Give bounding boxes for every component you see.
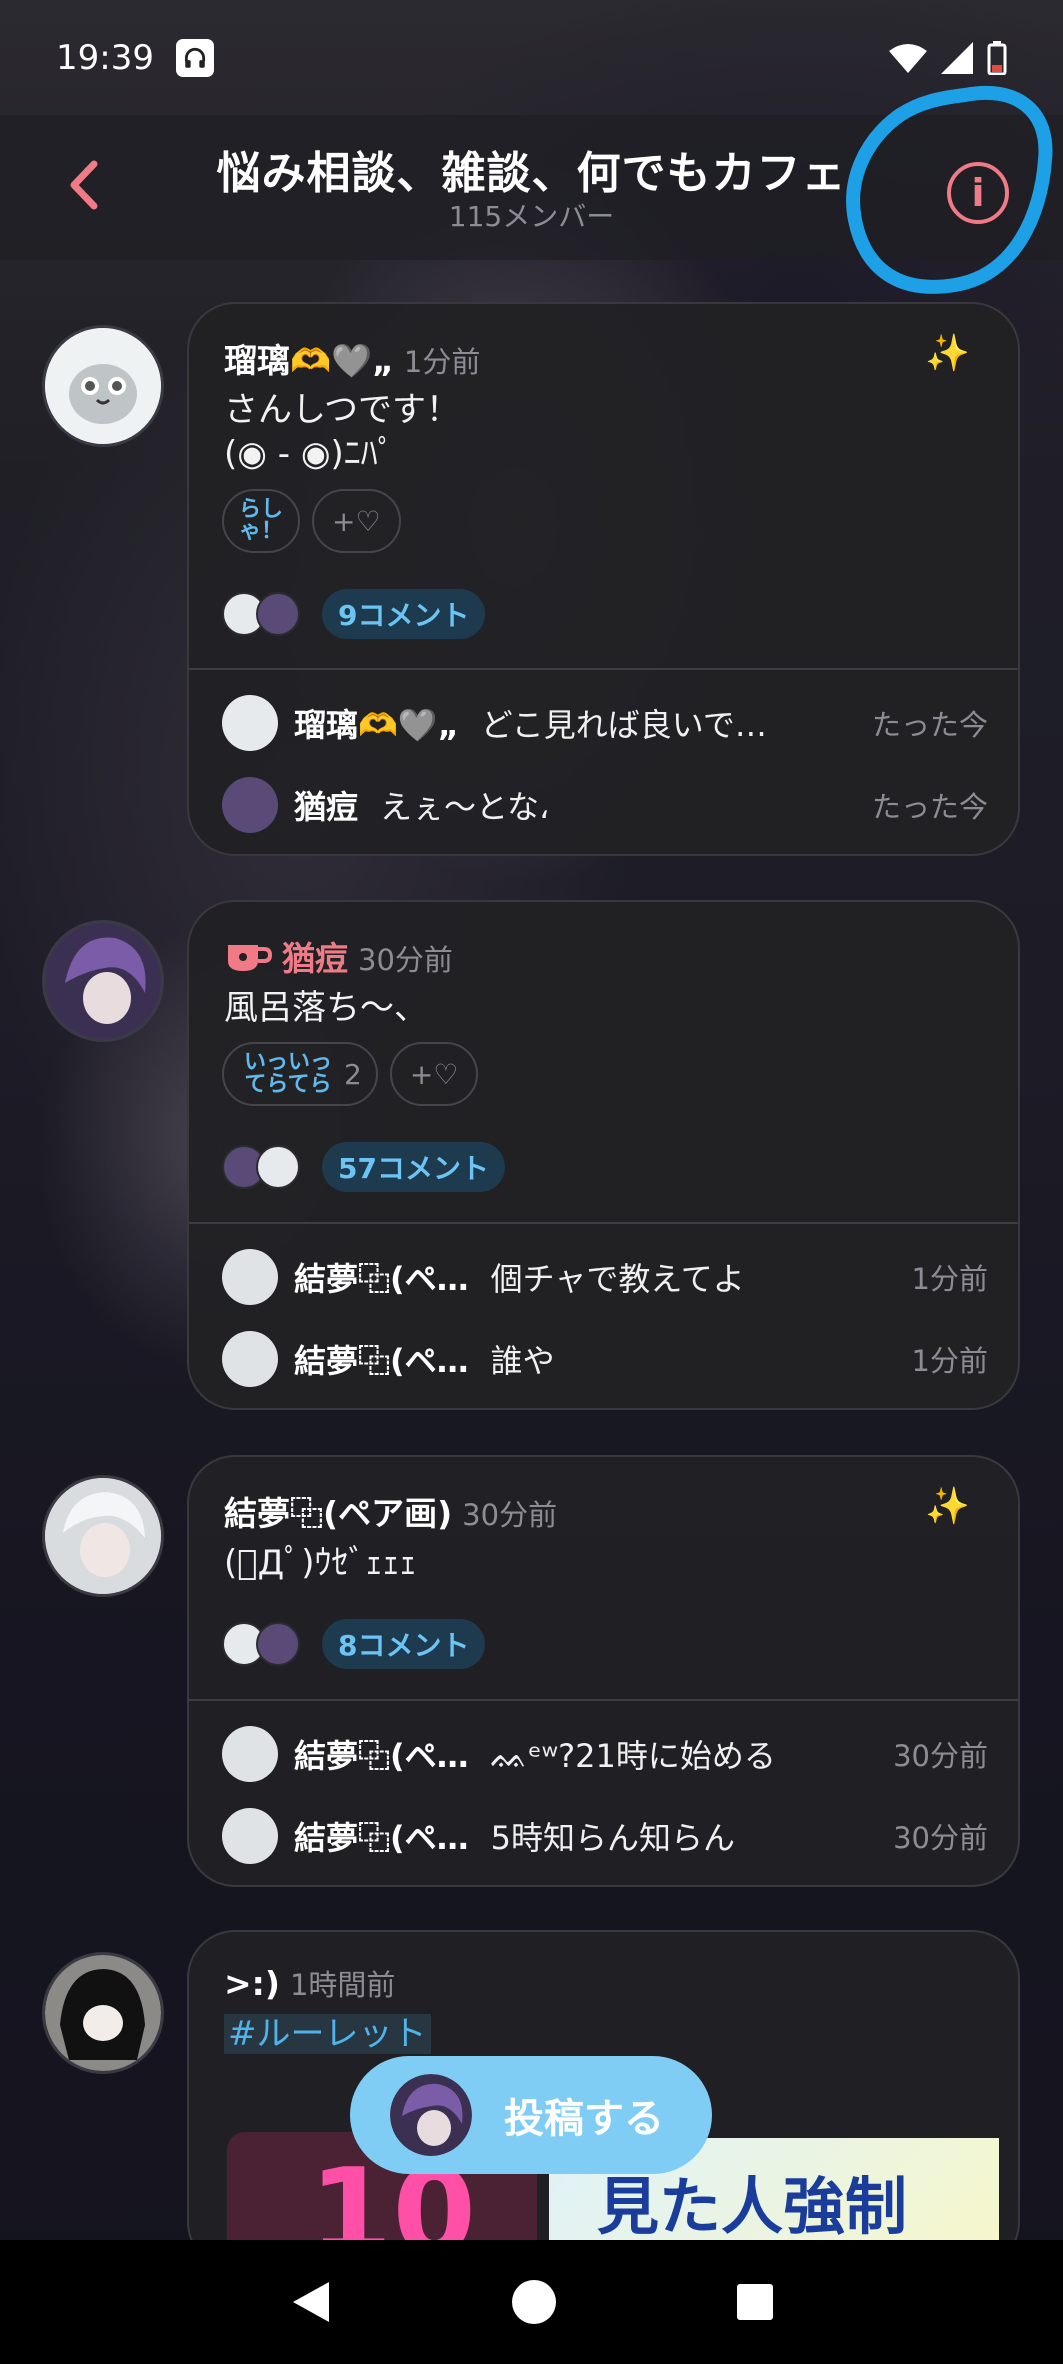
divider <box>189 668 1018 670</box>
comment-row[interactable]: 結夢⿻(ペ… 誰や 1分前 <box>222 1329 988 1389</box>
add-reaction-button[interactable]: +♡ <box>389 1042 479 1106</box>
post-body: さんしつです！ (◉ ‐ ◉)ﾆﾊﾟ <box>224 390 460 474</box>
comment-row[interactable]: 結夢⿻(ペ… 5時知らん知らん 30分前 <box>222 1806 988 1866</box>
user-avatar <box>390 2074 472 2156</box>
hashtag-link[interactable]: #ルーレット <box>224 2014 431 2054</box>
comment-time: 1分前 <box>911 1262 988 1296</box>
post-time: 1時間前 <box>289 1968 396 2002</box>
commenter-avatar <box>256 1622 300 1666</box>
comment-author: 結夢⿻(ペ… <box>294 1342 469 1380</box>
post-body: 風呂落ち〜、 <box>224 988 428 1028</box>
commenter-avatar <box>256 1145 300 1189</box>
reaction-chip[interactable]: らし ゃ！ <box>222 489 300 553</box>
comment-avatar <box>222 1249 278 1305</box>
post-time: 30分前 <box>358 943 453 977</box>
post-author[interactable]: 瑠璃🫶🩶„ <box>224 334 394 382</box>
comment-avatar <box>222 695 278 751</box>
post-button-label: 投稿する <box>504 2096 664 2142</box>
sparkle-icon: ✨ <box>925 1486 970 1527</box>
divider <box>189 1699 1018 1701</box>
comment-author: 結夢⿻(ペ… <box>294 1737 469 1775</box>
comment-row[interactable]: 結夢⿻(ペ… ᨐᵉʷ?21時に始める 30分前 <box>222 1724 988 1784</box>
comment-author: 瑠璃🫶🩶„ <box>294 706 459 744</box>
heart-add-icon: +♡ <box>332 504 381 538</box>
comment-author: 結夢⿻(ペ… <box>294 1260 469 1298</box>
avatar[interactable] <box>42 1475 164 1597</box>
post-card[interactable]: 結夢⿻(ペア画) 30分前 ✨ (ﾟДﾟ)ｳｾﾞｪｪｪ 8コメント 結夢⿻(ペ…… <box>187 1455 1020 1887</box>
comment-count-button[interactable]: 9コメント <box>322 589 486 639</box>
comment-text: 個チャで教えてよ <box>490 1260 745 1298</box>
avatar[interactable] <box>42 1952 164 2074</box>
comment-count-button[interactable]: 57コメント <box>322 1142 505 1192</box>
post-author[interactable]: >:) <box>224 1964 280 2003</box>
post-button[interactable]: 投稿する <box>350 2056 712 2174</box>
commenter-avatar <box>256 592 300 636</box>
sparkle-icon: ✨ <box>925 333 970 374</box>
comment-count-button[interactable]: 8コメント <box>322 1619 486 1669</box>
comment-row[interactable]: 結夢⿻(ペ… 個チャで教えてよ 1分前 <box>222 1247 988 1307</box>
post-author[interactable]: 結夢⿻(ペア画) <box>224 1487 452 1535</box>
comment-time: 30分前 <box>893 1821 988 1855</box>
comment-time: たった今 <box>871 708 988 742</box>
divider <box>189 1222 1018 1224</box>
wifi-icon <box>889 43 927 73</box>
comment-author: 猶痘 <box>294 788 359 826</box>
recents-icon[interactable] <box>735 2282 775 2322</box>
post-body: #ルーレット <box>224 2012 431 2056</box>
avatar[interactable] <box>42 325 164 447</box>
comment-author: 結夢⿻(ペ… <box>294 1819 469 1857</box>
comment-text: えぇ〜とな، <box>380 788 550 826</box>
comment-avatar <box>222 1331 278 1387</box>
annotation-circle <box>846 85 1053 294</box>
reaction-sticker: いっいっ てらてら <box>243 1050 332 1097</box>
comment-text: 5時知らん知らん <box>490 1819 736 1857</box>
back-icon[interactable] <box>289 2278 333 2326</box>
avatar[interactable] <box>42 920 164 1042</box>
add-reaction-button[interactable]: +♡ <box>312 489 401 553</box>
comment-text: ᨐᵉʷ?21時に始める <box>490 1737 776 1775</box>
comment-time: 1分前 <box>911 1344 988 1378</box>
post-time: 1分前 <box>403 345 481 379</box>
comment-text: どこ見れば良いで… <box>480 706 767 744</box>
post-card[interactable]: 猶痘 30分前 風呂落ち〜、 いっいっ てらてら 2 +♡ 57コメント 結夢⿻… <box>187 900 1020 1410</box>
comment-time: たった今 <box>871 790 988 824</box>
reaction-count: 2 <box>344 1057 362 1091</box>
reaction-chip[interactable]: いっいっ てらてら 2 <box>222 1042 378 1106</box>
heart-add-icon: +♡ <box>409 1057 459 1091</box>
home-icon[interactable] <box>510 2278 558 2326</box>
post-body: (ﾟДﾟ)ｳｾﾞｪｪｪ <box>224 1543 417 1583</box>
battery-icon <box>987 40 1007 75</box>
comment-avatar <box>222 1808 278 1864</box>
comment-time: 30分前 <box>893 1739 988 1773</box>
signal-icon <box>941 41 973 74</box>
post-card[interactable]: 瑠璃🫶🩶„ 1分前 ✨ さんしつです！ (◉ ‐ ◉)ﾆﾊﾟ らし ゃ！ +♡ … <box>187 302 1020 856</box>
reaction-sticker: らし ゃ！ <box>238 497 283 544</box>
comment-row[interactable]: 瑠璃🫶🩶„ どこ見れば良いで… たった今 <box>222 693 988 753</box>
post-time: 30分前 <box>462 1498 558 1532</box>
status-time: 19:39 <box>56 37 154 78</box>
comment-avatar <box>222 777 278 833</box>
cup-icon <box>228 945 272 971</box>
headphones-icon <box>175 38 214 77</box>
post-author[interactable]: 猶痘 <box>282 932 348 980</box>
system-nav-bar <box>0 2240 1063 2364</box>
comment-row[interactable]: 猶痘 えぇ〜とな، たった今 <box>222 775 988 835</box>
comment-text: 誰や <box>490 1342 555 1380</box>
comment-avatar <box>222 1726 278 1782</box>
